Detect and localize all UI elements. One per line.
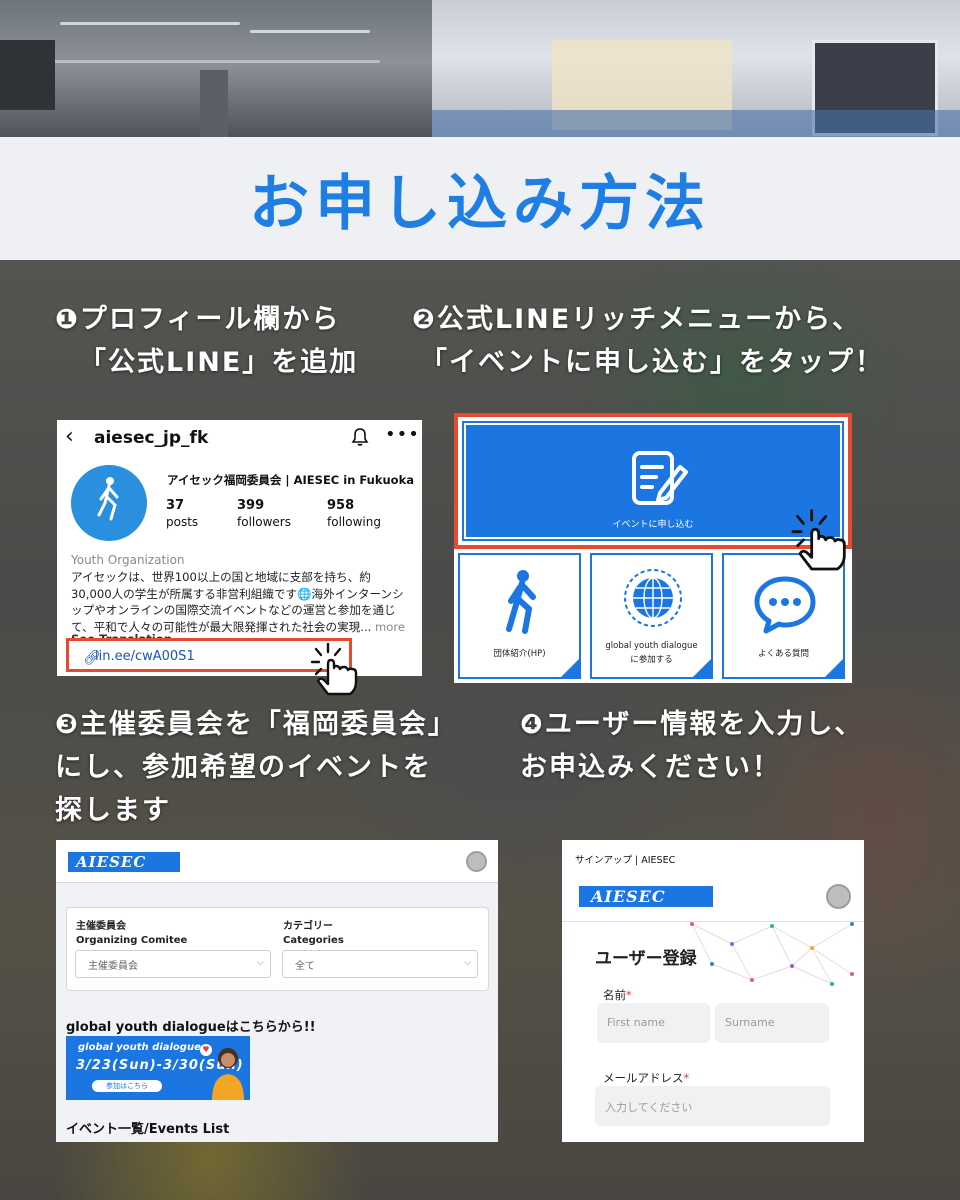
back-arrow-icon[interactable]: ‹: [65, 424, 74, 449]
menu-tile-gyd[interactable]: global youth dialogueに参加する: [590, 553, 713, 679]
step1-line1: ❶プロフィール欄から: [55, 304, 341, 335]
event-filters: 主催委員会 Organizing Comitee 主催委員会 ⌵ カテゴリー C…: [66, 907, 489, 991]
bell-icon[interactable]: [350, 427, 370, 447]
gyd-banner[interactable]: global youth dialogue 3/23(Sun)-3/30(Sun…: [66, 1036, 250, 1100]
organizer-select-value: 主催委員会: [88, 961, 138, 972]
ig-bio: アイセックは、世界100以上の国と地域に支部を持ち、約30,000人の学生が所属…: [71, 569, 411, 635]
gyd-banner-join-button[interactable]: 参加はこちら: [92, 1080, 162, 1092]
classroom-photo: [432, 0, 960, 140]
step2-caption: ❷公式LINEリッチメニューから、 「イベントに申し込む」をタップ！: [412, 298, 884, 384]
following-count: 958: [327, 498, 355, 513]
menu-tile-gyd-label: global youth dialogueに参加する: [605, 641, 698, 665]
ig-bio-link[interactable]: 🔗︎ lin.ee/cwA00S1: [81, 649, 195, 666]
gyd-banner-title: global youth dialogue: [78, 1042, 201, 1053]
category-label: カテゴリー Categories: [283, 920, 344, 948]
step2-line2: 「イベントに申し込む」をタップ！: [420, 347, 884, 378]
walking-person-icon: [506, 570, 536, 634]
aiesec-logo[interactable]: AIESEC: [68, 852, 180, 872]
airport-photo: [0, 0, 432, 140]
step4-line2: お申込みください！: [520, 752, 781, 783]
tap-hand-icon: [791, 509, 846, 571]
globe-icon: [624, 569, 682, 627]
first-name-field[interactable]: First name: [597, 1003, 710, 1043]
ig-top-bar: ‹ aiesec_jp_fk •••: [57, 420, 422, 456]
menu-tile-about-label: 団体紹介(HP): [493, 649, 546, 659]
gyd-heading: global youth dialogueはこちらから!!: [66, 1020, 316, 1035]
apply-event-label: イベントに申し込む: [612, 520, 694, 530]
signup-screenshot: サインアップ | AIESEC AIESEC ユーザー登録 名前* First …: [562, 840, 864, 1142]
tap-hand-icon: [310, 642, 358, 696]
menu-tile-about[interactable]: 団体紹介(HP): [458, 553, 581, 679]
signup-heading: ユーザー登録: [595, 949, 697, 969]
required-mark: *: [683, 1071, 690, 1085]
walking-person-icon: [97, 477, 119, 521]
category-label-ja: カテゴリー: [283, 921, 333, 932]
step3-line1: ❸主催委員会を「福岡委員会」: [55, 709, 457, 740]
step4-line1: ❹ユーザー情報を入力し、: [520, 709, 864, 740]
more-options-icon[interactable]: •••: [385, 424, 420, 445]
followers-count: 399: [237, 498, 265, 513]
more-link[interactable]: more: [375, 620, 405, 634]
email-field[interactable]: 入力してください: [595, 1086, 830, 1126]
aiesec-logo-text: AIESEC: [591, 887, 666, 906]
ig-profile-avatar[interactable]: [71, 465, 147, 541]
title-band: お申し込み方法: [0, 137, 960, 260]
organizer-label-ja: 主催委員会: [76, 921, 126, 932]
posts-stat[interactable]: 37 posts: [166, 498, 198, 529]
email-label: メールアドレス*: [603, 1070, 689, 1086]
user-avatar[interactable]: [466, 851, 487, 872]
events-list-heading: イベント一覧/Events List: [66, 1122, 230, 1137]
step1-caption: ❶プロフィール欄から 「公式LINE」を追加: [55, 298, 358, 384]
first-name-placeholder: First name: [607, 1016, 665, 1029]
ig-bio-text: アイセックは、世界100以上の国と地域に支部を持ち、約30,000人の学生が所属…: [71, 570, 404, 634]
heart-icon: ♥: [200, 1044, 212, 1056]
user-avatar[interactable]: [826, 884, 851, 909]
followers-label: followers: [237, 515, 291, 529]
email-label-text: メールアドレス: [603, 1071, 684, 1085]
posts-count: 37: [166, 498, 185, 513]
aiesec-events-screenshot: AIESEC 主催委員会 Organizing Comitee 主催委員会 ⌵ …: [56, 840, 498, 1142]
page-title: お申し込み方法: [249, 169, 711, 239]
ig-display-name: アイセック福岡委員会 | AIESEC in Fukuoka: [167, 473, 414, 487]
organizer-label: 主催委員会 Organizing Comitee: [76, 920, 187, 948]
email-placeholder: 入力してください: [605, 1101, 693, 1114]
step2-line1: ❷公式LINEリッチメニューから、: [412, 304, 862, 335]
edit-form-icon: [632, 451, 688, 505]
name-label-text: 名前: [603, 988, 626, 1002]
organizer-select[interactable]: 主催委員会 ⌵: [75, 950, 271, 978]
events-header: AIESEC: [56, 840, 498, 883]
surname-field[interactable]: Surname: [715, 1003, 829, 1043]
ig-bio-link-text: lin.ee/cwA00S1: [95, 649, 195, 664]
step3-caption: ❸主催委員会を「福岡委員会」 にし、参加希望のイベントを 探します: [55, 703, 457, 832]
instagram-profile-screenshot: ‹ aiesec_jp_fk ••• アイセック福岡委員会 | AIESEC i…: [57, 420, 422, 676]
step3-line2: にし、参加希望のイベントを: [55, 752, 432, 783]
surname-placeholder: Surname: [725, 1016, 775, 1029]
ig-category: Youth Organization: [71, 553, 185, 567]
name-label: 名前*: [603, 987, 632, 1003]
menu-tile-faq-label: よくある質問: [757, 649, 809, 659]
followers-stat[interactable]: 399 followers: [237, 498, 291, 529]
network-decoration: [690, 922, 854, 986]
following-stat[interactable]: 958 following: [327, 498, 381, 529]
link-icon: 🔗︎: [83, 650, 101, 666]
category-label-en: Categories: [283, 935, 344, 946]
following-label: following: [327, 515, 381, 529]
person-photo: [212, 1048, 244, 1100]
chat-bubble-icon: [754, 576, 816, 634]
posts-label: posts: [166, 515, 199, 529]
required-mark: *: [626, 988, 632, 1002]
chevron-down-icon: ⌵: [464, 958, 471, 968]
aiesec-logo-text: AIESEC: [76, 853, 147, 871]
aiesec-logo[interactable]: AIESEC: [579, 886, 713, 907]
chevron-down-icon: ⌵: [257, 958, 264, 968]
step1-line2: 「公式LINE」を追加: [79, 347, 359, 378]
step3-line3: 探します: [55, 795, 171, 826]
category-select[interactable]: 全て ⌵: [282, 950, 478, 978]
organizer-label-en: Organizing Comitee: [76, 935, 188, 946]
ig-handle: aiesec_jp_fk: [94, 428, 209, 448]
signup-breadcrumb: サインアップ | AIESEC: [575, 855, 676, 866]
step4-caption: ❹ユーザー情報を入力し、 お申込みください！: [520, 703, 863, 789]
category-select-value: 全て: [295, 961, 315, 972]
